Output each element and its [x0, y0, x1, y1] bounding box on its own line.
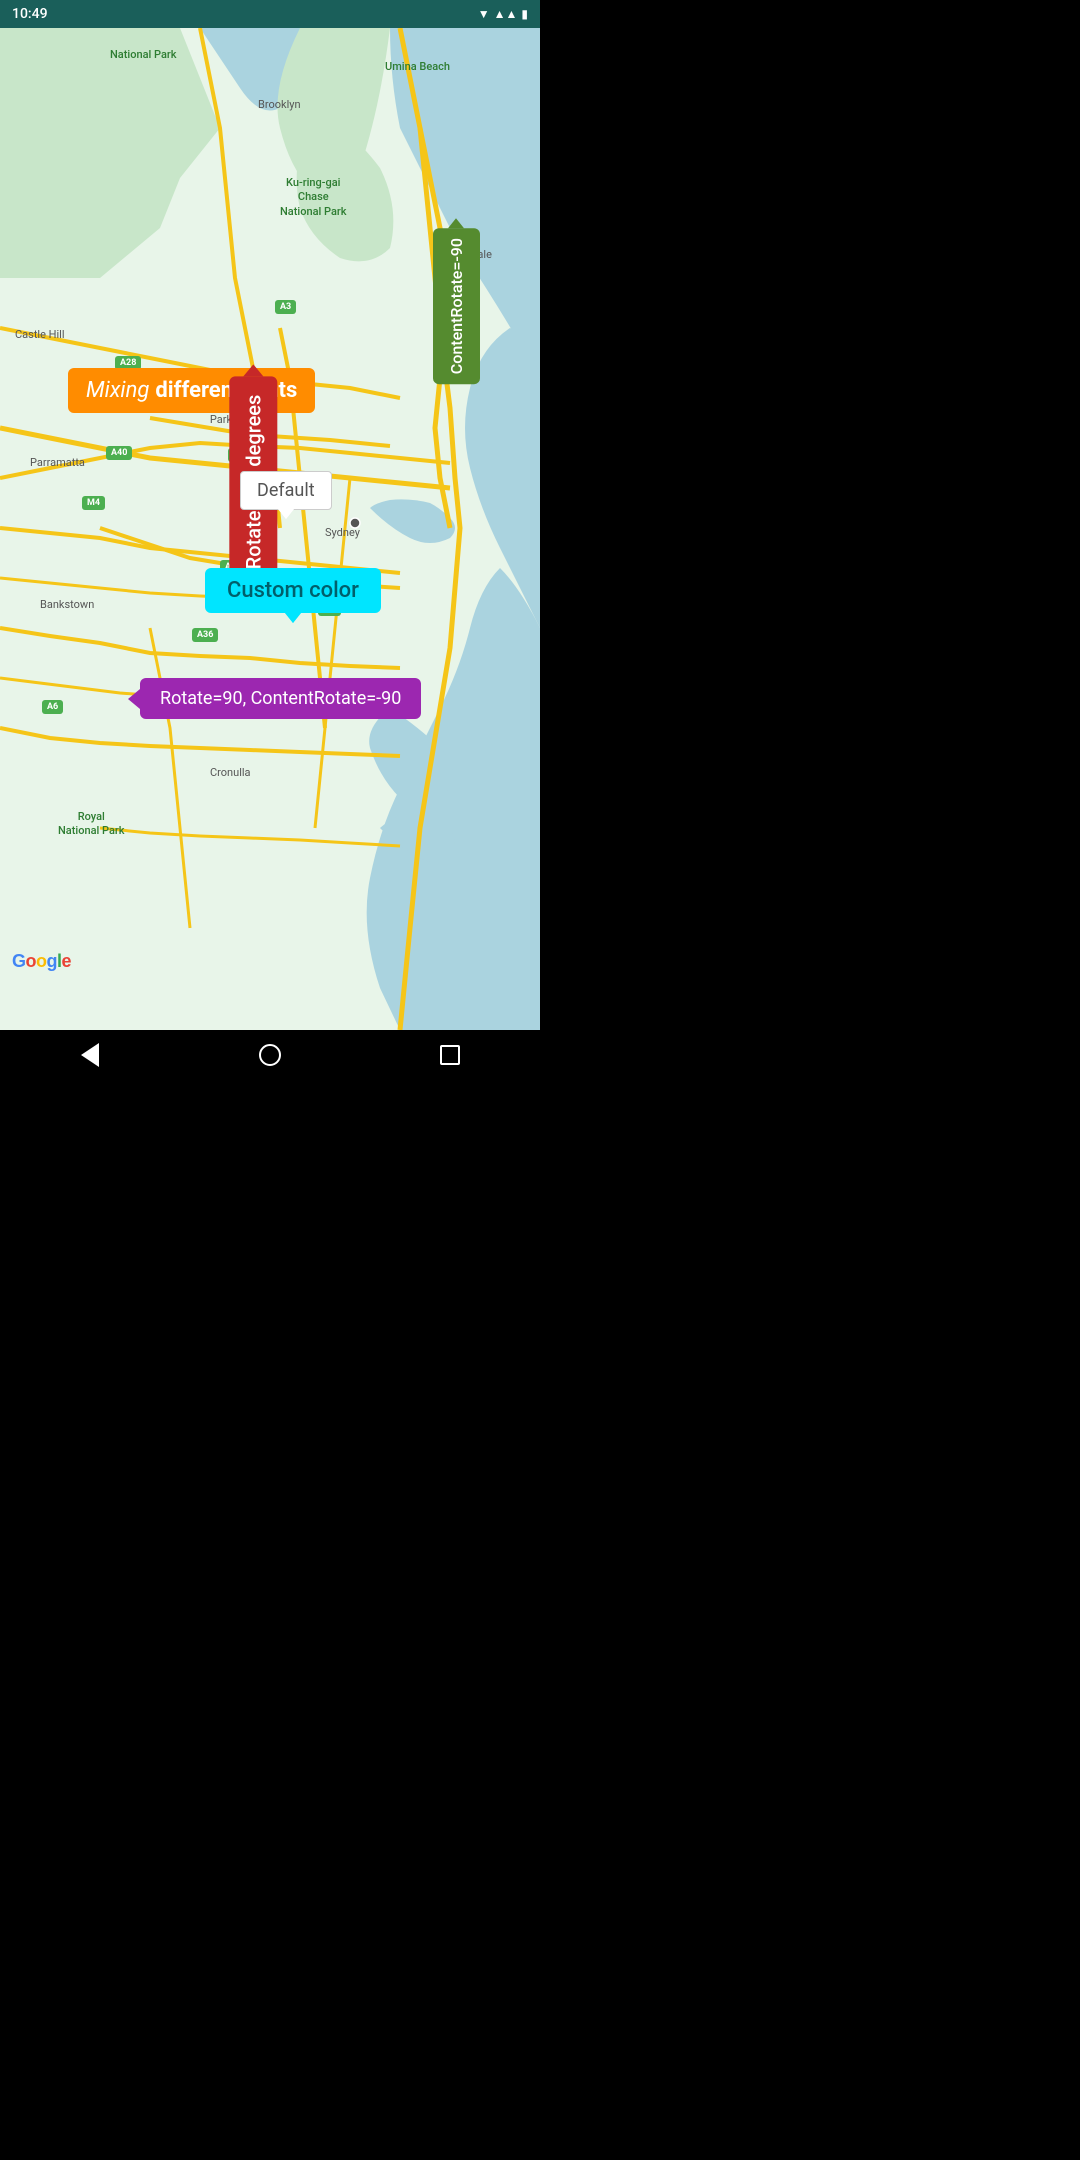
road-badge-m4: M4 — [82, 496, 105, 510]
marker-content-rotate[interactable]: ContentRotate=-90 — [433, 228, 480, 384]
default-arrow — [278, 509, 294, 519]
map-container[interactable]: National Park Umina Beach Brooklyn Ku-ri… — [0, 28, 540, 1030]
google-o1: o — [26, 951, 37, 971]
navigation-bar — [0, 1030, 540, 1080]
rotate90-text: Rotate=90, ContentRotate=-90 — [160, 688, 401, 709]
home-button[interactable] — [255, 1040, 285, 1070]
default-text: Default — [257, 480, 315, 501]
google-o2: o — [36, 951, 47, 971]
google-g2: g — [47, 951, 58, 971]
road-badge-a36: A36 — [192, 628, 218, 642]
back-button[interactable] — [75, 1040, 105, 1070]
road-badge-a40: A40 — [106, 446, 132, 460]
wifi-icon: ▼ — [478, 7, 490, 21]
mixing-italic-text: Mixing — [86, 378, 149, 403]
marker-rotate90[interactable]: Rotate=90, ContentRotate=-90 — [140, 678, 421, 719]
road-badge-a3: A3 — [275, 300, 296, 314]
road-badge-a6: A6 — [42, 700, 63, 714]
status-time: 10:49 — [12, 6, 48, 22]
marker-custom-color[interactable]: Custom color — [205, 568, 381, 613]
custom-arrow — [285, 613, 301, 623]
status-icons: ▼ ▲▲ ▮ — [478, 7, 528, 21]
google-logo: Google — [12, 951, 71, 972]
map-label-umina-beach: Umina Beach — [385, 60, 450, 73]
home-icon — [259, 1044, 281, 1066]
battery-icon: ▮ — [521, 7, 528, 21]
back-icon — [81, 1043, 99, 1067]
map-label-national-park: National Park — [110, 48, 177, 61]
map-label-bankstown: Bankstown — [40, 598, 94, 611]
recents-button[interactable] — [435, 1040, 465, 1070]
map-label-royal-national-park: RoyalNational Park — [58, 810, 125, 839]
map-label-ku-ring-gai: Ku-ring-gaiChaseNational Park — [280, 176, 347, 219]
recents-icon — [440, 1045, 460, 1065]
status-bar: 10:49 ▼ ▲▲ ▮ — [0, 0, 540, 28]
marker-mixing-fonts[interactable]: Mixing different fonts — [68, 368, 315, 413]
map-label-brooklyn: Brooklyn — [258, 98, 301, 111]
content-rotate-text: ContentRotate=-90 — [447, 238, 466, 374]
signal-icon: ▲▲ — [494, 7, 518, 21]
map-label-parramatta: Parramatta — [30, 456, 85, 469]
map-label-sydney: Sydney — [325, 526, 360, 539]
custom-color-text: Custom color — [227, 578, 359, 603]
google-e: e — [62, 951, 72, 971]
google-g: G — [12, 951, 26, 971]
map-label-castle-hill: Castle Hill — [15, 328, 65, 341]
map-label-cronulla: Cronulla — [210, 766, 251, 779]
marker-default[interactable]: Default — [240, 471, 332, 510]
